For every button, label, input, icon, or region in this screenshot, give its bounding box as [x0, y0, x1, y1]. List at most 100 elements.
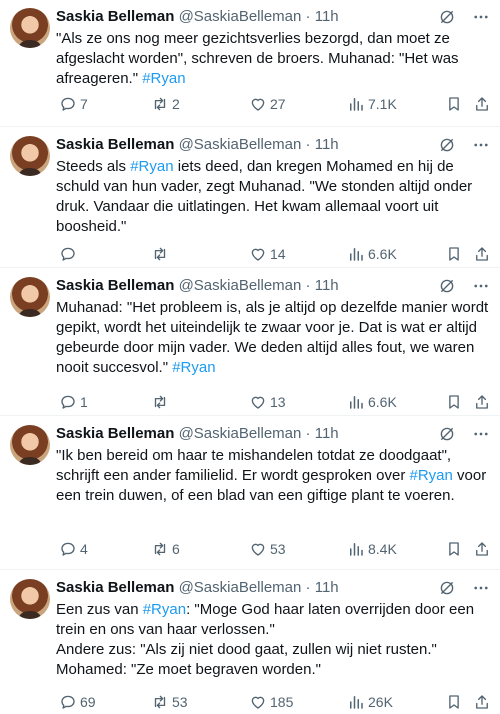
more-icon[interactable]	[472, 579, 490, 597]
author-handle[interactable]: @SaskiaBelleman	[179, 425, 302, 442]
like-button[interactable]: 13	[246, 392, 286, 412]
retweet-button[interactable]	[148, 244, 172, 264]
like-button[interactable]: 185	[246, 692, 293, 712]
bookmark-button[interactable]	[442, 392, 463, 412]
grok-icon[interactable]	[438, 277, 456, 295]
like-count: 27	[270, 96, 286, 112]
views-count: 7.1K	[368, 96, 397, 112]
tweet-text: Muhanad: "Het probleem is, als je altijd…	[56, 298, 490, 378]
tweet-actions: 14 6.6K	[56, 244, 490, 264]
retweet-button[interactable]: 6	[148, 539, 180, 559]
like-count: 185	[270, 694, 294, 710]
timestamp[interactable]: 11h	[315, 8, 339, 25]
bookmark-button[interactable]	[442, 692, 463, 712]
more-icon[interactable]	[472, 136, 490, 154]
like-button[interactable]: 53	[246, 539, 286, 559]
author-handle[interactable]: @SaskiaBelleman	[179, 136, 302, 153]
bookmark-button[interactable]	[442, 244, 463, 264]
views-count: 6.6K	[368, 246, 397, 262]
separator-dot: ·	[305, 425, 311, 442]
retweet-button[interactable]: 2	[148, 94, 180, 114]
author-name[interactable]: Saskia Belleman	[56, 579, 174, 596]
reply-icon	[59, 540, 77, 558]
header-icons	[438, 135, 490, 155]
author-handle[interactable]: @SaskiaBelleman	[179, 8, 302, 25]
tweet-text-segment: "Ik ben bereid om haar te mishandelen to…	[56, 447, 452, 484]
timestamp[interactable]: 11h	[315, 136, 339, 153]
reply-icon	[59, 245, 77, 263]
avatar[interactable]	[10, 579, 50, 619]
timestamp[interactable]: 11h	[315, 425, 339, 442]
reply-button[interactable]: 1	[56, 392, 88, 412]
more-icon[interactable]	[472, 425, 490, 443]
reply-button[interactable]: 4	[56, 539, 88, 559]
author-handle[interactable]: @SaskiaBelleman	[179, 277, 302, 294]
like-icon	[249, 393, 267, 411]
views-button[interactable]: 6.6K	[344, 244, 397, 264]
timestamp[interactable]: 11h	[315, 277, 339, 294]
hashtag-link[interactable]: #Ryan	[410, 467, 453, 484]
header-icons	[438, 424, 490, 444]
tweet[interactable]: Saskia Belleman @SaskiaBelleman · 11h Ee…	[0, 571, 500, 714]
avatar[interactable]	[10, 8, 50, 48]
grok-icon[interactable]	[438, 579, 456, 597]
bookmark-button[interactable]	[442, 539, 463, 559]
views-button[interactable]: 26K	[344, 692, 393, 712]
tweet[interactable]: Saskia Belleman @SaskiaBelleman · 11h "A…	[0, 0, 500, 127]
views-count: 26K	[368, 694, 393, 710]
views-icon	[347, 245, 365, 263]
grok-icon[interactable]	[438, 425, 456, 443]
share-button[interactable]	[470, 244, 491, 264]
views-icon	[347, 693, 365, 711]
tweet[interactable]: Saskia Belleman @SaskiaBelleman · 11h Mu…	[0, 269, 500, 416]
bookmark-icon	[445, 95, 463, 113]
reply-icon	[59, 693, 77, 711]
like-count: 14	[270, 246, 286, 262]
share-button[interactable]	[470, 94, 491, 114]
retweet-button[interactable]: 53	[148, 692, 188, 712]
views-icon	[347, 95, 365, 113]
views-button[interactable]: 7.1K	[344, 94, 397, 114]
separator-dot: ·	[305, 136, 311, 153]
tweet-text: "Ik ben bereid om haar te mishandelen to…	[56, 446, 490, 506]
tweet-header: Saskia Belleman @SaskiaBelleman · 11h	[56, 135, 490, 155]
author-handle[interactable]: @SaskiaBelleman	[179, 579, 302, 596]
author-name[interactable]: Saskia Belleman	[56, 277, 174, 294]
grok-icon[interactable]	[438, 8, 456, 26]
reply-count: 69	[80, 694, 96, 710]
reply-button[interactable]	[56, 244, 80, 264]
reply-button[interactable]: 7	[56, 94, 88, 114]
tweet-actions: 4 6 53 8.4K	[56, 539, 490, 559]
views-button[interactable]: 6.6K	[344, 392, 397, 412]
share-button[interactable]	[470, 692, 491, 712]
share-button[interactable]	[470, 392, 491, 412]
hashtag-link[interactable]: #Ryan	[172, 359, 215, 376]
author-name[interactable]: Saskia Belleman	[56, 425, 174, 442]
tweet-actions: 1 13 6.6K	[56, 392, 490, 412]
like-button[interactable]: 27	[246, 94, 286, 114]
share-button[interactable]	[470, 539, 491, 559]
tweet[interactable]: Saskia Belleman @SaskiaBelleman · 11h St…	[0, 128, 500, 268]
views-button[interactable]: 8.4K	[344, 539, 397, 559]
like-button[interactable]: 14	[246, 244, 286, 264]
tweet[interactable]: Saskia Belleman @SaskiaBelleman · 11h "I…	[0, 417, 500, 570]
share-icon	[473, 693, 491, 711]
more-icon[interactable]	[472, 277, 490, 295]
retweet-button[interactable]	[148, 392, 172, 412]
retweet-icon	[151, 393, 169, 411]
more-icon[interactable]	[472, 8, 490, 26]
reply-button[interactable]: 69	[56, 692, 96, 712]
timestamp[interactable]: 11h	[315, 579, 339, 596]
avatar[interactable]	[10, 277, 50, 317]
bookmark-button[interactable]	[442, 94, 463, 114]
tweet-text: Een zus van #Ryan: "Moge God haar laten …	[56, 600, 490, 680]
hashtag-link[interactable]: #Ryan	[143, 601, 186, 618]
author-name[interactable]: Saskia Belleman	[56, 8, 174, 25]
grok-icon[interactable]	[438, 136, 456, 154]
hashtag-link[interactable]: #Ryan	[130, 158, 173, 175]
avatar[interactable]	[10, 425, 50, 465]
tweet-content: Saskia Belleman @SaskiaBelleman · 11h St…	[56, 135, 490, 237]
avatar[interactable]	[10, 136, 50, 176]
hashtag-link[interactable]: #Ryan	[142, 70, 185, 87]
author-name[interactable]: Saskia Belleman	[56, 136, 174, 153]
